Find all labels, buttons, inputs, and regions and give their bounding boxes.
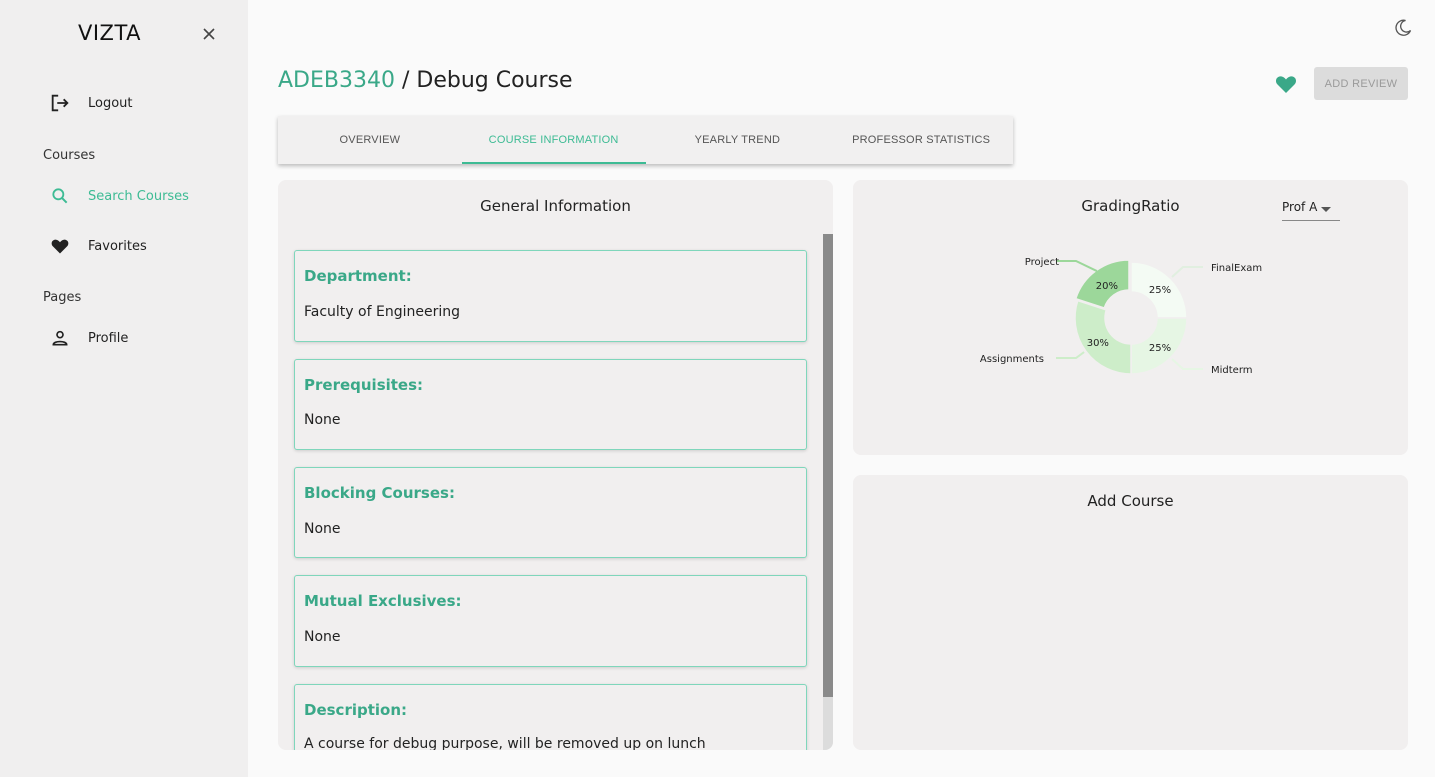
info-card-description: Description: A course for debug purpose,… <box>294 684 807 750</box>
info-card-prerequisites: Prerequisites: None <box>294 359 807 450</box>
info-card-department: Department: Faculty of Engineering <box>294 250 807 342</box>
add-review-button[interactable]: ADD REVIEW <box>1314 67 1408 100</box>
course-name: Debug Course <box>416 68 573 93</box>
logout-button[interactable]: Logout <box>48 88 133 118</box>
heart-icon <box>48 234 72 258</box>
person-icon <box>48 326 72 350</box>
course-code: ADEB3340 <box>278 68 395 93</box>
slice-category-label: FinalExam <box>1211 263 1262 274</box>
slice-value-label: 25% <box>1149 285 1171 296</box>
leader-line <box>1056 351 1085 359</box>
sidebar-item-profile[interactable]: Profile <box>48 323 128 353</box>
info-card-mutual-exclusives: Mutual Exclusives: None <box>294 575 807 667</box>
brand-logo: VIZTA <box>78 21 142 45</box>
general-information-panel: General Information Department: Faculty … <box>278 180 833 750</box>
info-card-value: None <box>304 412 341 428</box>
slice-category-label: Midterm <box>1211 365 1253 376</box>
sidebar-item-favorites[interactable]: Favorites <box>48 231 147 261</box>
scrollbar-thumb[interactable] <box>823 234 833 697</box>
slice-value-label: 20% <box>1096 281 1118 292</box>
leader-line <box>1171 266 1203 278</box>
favorite-toggle[interactable] <box>1274 72 1298 96</box>
moon-icon <box>1395 19 1412 36</box>
close-sidebar-button[interactable] <box>199 24 219 44</box>
slice-category-label: Project <box>1025 257 1059 268</box>
info-card-label: Prerequisites: <box>304 376 424 394</box>
grading-ratio-chart: 25% FinalExam 25% Midterm 30% Assignments 20% P… <box>980 257 1262 376</box>
info-card-value: None <box>304 521 341 537</box>
sidebar: VIZTA Logout Courses Search Courses Favo… <box>0 0 248 777</box>
info-card-label: Blocking Courses: <box>304 484 455 502</box>
heart-icon <box>1275 76 1297 93</box>
info-card-value: Faculty of Engineering <box>304 304 460 320</box>
close-icon <box>203 28 215 40</box>
info-card-label: Mutual Exclusives: <box>304 592 462 610</box>
tab-overview[interactable]: OVERVIEW <box>278 116 462 164</box>
sidebar-item-label: Search Courses <box>88 188 189 204</box>
tab-bar: OVERVIEW COURSE INFORMATION YEARLY TREND… <box>278 116 1013 164</box>
search-icon <box>48 184 72 208</box>
tab-yearly-trend[interactable]: YEARLY TREND <box>646 116 830 164</box>
logout-label: Logout <box>88 95 133 111</box>
info-card-label: Description: <box>304 701 408 719</box>
title-separator: / <box>394 68 417 93</box>
info-card-value: None <box>304 629 341 645</box>
sidebar-item-label: Profile <box>88 330 129 346</box>
logout-icon <box>48 91 72 115</box>
tab-course-information[interactable]: COURSE INFORMATION <box>461 116 646 164</box>
sidebar-item-search-courses[interactable]: Search Courses <box>48 181 189 211</box>
leader-line <box>1171 358 1203 370</box>
pages-section-title: Pages <box>43 290 82 305</box>
slice-value-label: 30% <box>1087 338 1109 349</box>
slice-category-label: Assignments <box>980 354 1044 365</box>
info-card-blocking-courses: Blocking Courses: None <box>294 467 807 558</box>
slice-value-label: 25% <box>1149 343 1171 354</box>
panel-title: General Information <box>480 197 631 215</box>
page-title: ADEB3340 / Debug Course <box>278 68 573 93</box>
courses-section-title: Courses <box>43 148 96 163</box>
info-card-label: Department: <box>304 267 412 285</box>
tab-professor-statistics[interactable]: PROFESSOR STATISTICS <box>829 116 1013 164</box>
info-card-value: A course for debug purpose, will be remo… <box>304 736 706 750</box>
leader-line <box>1056 260 1098 272</box>
grading-ratio-panel: GradingRatio Prof A 25% FinalExam 25% Midte… <box>853 180 1408 455</box>
panel-title: Add Course <box>1087 492 1174 510</box>
dark-mode-toggle[interactable] <box>1393 18 1413 38</box>
add-course-panel: Add Course <box>853 475 1408 750</box>
sidebar-item-label: Favorites <box>88 238 147 254</box>
